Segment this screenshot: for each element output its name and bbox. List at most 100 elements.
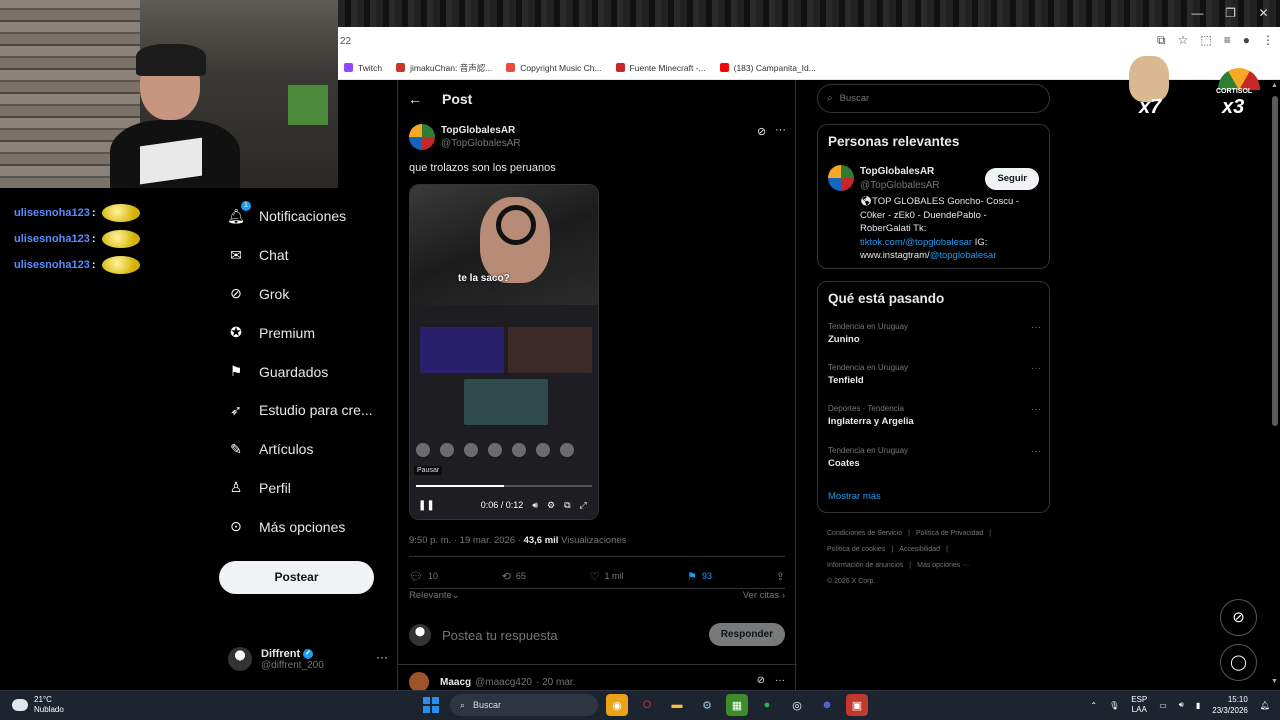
close-window-button[interactable]: ✕: [1247, 0, 1280, 27]
volume-icon[interactable]: 🔊︎: [532, 500, 538, 511]
scroll-thumb[interactable]: [1272, 96, 1278, 426]
footer-link[interactable]: Política de Privacidad: [916, 530, 983, 537]
windows-start-icon[interactable]: [420, 694, 442, 716]
nav-item-premium[interactable]: ✪ Premium: [218, 313, 396, 352]
nav-item-notifications[interactable]: 🔔︎ 1 Notificaciones: [218, 197, 396, 236]
more-icon[interactable]: ···: [775, 124, 786, 136]
battery-icon[interactable]: ▮: [1196, 701, 1200, 710]
sort-dropdown[interactable]: Relevante⌄: [409, 590, 460, 601]
trend-item[interactable]: Deportes · Tendencia Inglaterra y Argelia…: [828, 404, 1041, 427]
more-icon[interactable]: ···: [775, 675, 785, 686]
address-bar[interactable]: 22 ⧉ ☆ ⬚ ≡ ● ⋮: [338, 27, 1280, 56]
maximize-button[interactable]: ❐: [1214, 0, 1247, 27]
repost-button[interactable]: ⟲ 65: [502, 570, 526, 583]
more-icon[interactable]: ···: [1031, 446, 1041, 457]
footer-link[interactable]: Más opciones ···: [917, 562, 969, 569]
nav-item-profile[interactable]: ♙ Perfil: [218, 469, 396, 508]
clock[interactable]: 15:10 23/3/2026: [1212, 694, 1248, 716]
settings-icon[interactable]: ⚙: [547, 500, 555, 511]
post-button[interactable]: Postear: [219, 561, 374, 594]
network-icon[interactable]: ▭: [1159, 701, 1167, 710]
nav-item-bookmarks[interactable]: ⚑ Guardados: [218, 352, 396, 391]
bookmark-campanita[interactable]: (183) Campanita_Id...: [719, 63, 816, 73]
pause-icon[interactable]: ❚❚: [418, 500, 435, 511]
video-player[interactable]: te la saco? Pausar ❚❚ 0:06 / 0:12 🔊︎ ⚙ ⧉…: [409, 184, 599, 520]
taskbar-search[interactable]: ⌕ Buscar: [450, 694, 598, 716]
avatar[interactable]: [828, 165, 854, 191]
follow-button[interactable]: Seguir: [985, 168, 1039, 190]
instagram-link[interactable]: @topglobalesar: [930, 250, 997, 261]
more-icon[interactable]: ···: [1031, 322, 1041, 333]
fullscreen-icon[interactable]: ⤢: [580, 500, 587, 511]
show-more-link[interactable]: Mostrar más: [828, 491, 881, 502]
back-arrow-icon[interactable]: ←: [408, 91, 422, 107]
profile-icon[interactable]: ●: [1243, 33, 1250, 48]
spotify-icon[interactable]: ●: [756, 694, 778, 716]
reply-input[interactable]: [442, 627, 692, 643]
minimize-button[interactable]: —: [1181, 0, 1214, 27]
obs-icon[interactable]: ◎: [786, 694, 808, 716]
more-icon[interactable]: ···: [376, 650, 388, 664]
footer-link[interactable]: Política de cookies: [827, 546, 885, 553]
reply-button[interactable]: 💬︎ 10: [409, 570, 438, 583]
grok-icon[interactable]: ⊘: [757, 125, 766, 138]
volume-icon[interactable]: 🔊︎: [1179, 700, 1184, 710]
chevron-up-icon[interactable]: ⌃: [1090, 701, 1097, 710]
nav-item-articles[interactable]: ✎ Artículos: [218, 430, 396, 469]
trend-item[interactable]: Tendencia en Uruguay Zunino ···: [828, 322, 1041, 345]
bookmark-jimakuchan[interactable]: jimakuChan: 音声認...: [396, 62, 492, 74]
weather-widget[interactable]: 21°C Nublado: [12, 695, 64, 715]
relevant-name[interactable]: TopGlobalesAR: [860, 166, 934, 177]
scroll-up-icon[interactable]: ▲: [1271, 82, 1278, 89]
file-explorer-icon[interactable]: ▬: [666, 694, 688, 716]
chrome-icon[interactable]: ◉: [606, 694, 628, 716]
video-progress-bar[interactable]: [416, 485, 592, 487]
reply-tweet[interactable]: Maacg @maacg420 · 20 mar. ⊘ ···: [409, 672, 785, 692]
tweet-author-name[interactable]: TopGlobalesAR: [441, 125, 515, 136]
bookmark-copyright-music[interactable]: Copyright Music Ch...: [506, 63, 602, 73]
bookmark-fuente-minecraft[interactable]: Fuente Minecraft -...: [615, 63, 706, 73]
more-icon[interactable]: ···: [1031, 363, 1041, 374]
reply-submit-button[interactable]: Responder: [708, 623, 785, 646]
steam-icon[interactable]: ⚙: [696, 694, 718, 716]
search-input[interactable]: ⌕ Buscar: [817, 84, 1050, 113]
messages-fab[interactable]: ◯: [1220, 644, 1257, 681]
nav-item-creator-studio[interactable]: ➶ Estudio para cre...: [218, 391, 396, 430]
scroll-down-icon[interactable]: ▼: [1271, 678, 1278, 685]
nav-item-more-options[interactable]: ⊙ Más opciones: [218, 507, 396, 546]
nav-item-chat[interactable]: ✉ Chat: [218, 236, 396, 275]
extensions-icon[interactable]: ⬚: [1200, 33, 1211, 48]
opera-icon[interactable]: O: [636, 694, 658, 716]
trend-item[interactable]: Tendencia en Uruguay Tenfield ···: [828, 363, 1041, 386]
footer-link[interactable]: Accesibilidad: [899, 546, 940, 553]
menu-icon[interactable]: ⋮: [1262, 33, 1274, 48]
cast-icon[interactable]: ⧉: [1157, 33, 1166, 48]
page-scrollbar[interactable]: ▲ ▼: [1270, 80, 1280, 690]
notifications-bell-icon[interactable]: 🔔︎: [1260, 701, 1270, 710]
trend-item[interactable]: Tendencia en Uruguay Coates ···: [828, 446, 1041, 469]
nav-item-grok[interactable]: ⊘ Grok: [218, 275, 396, 314]
view-quotes-link[interactable]: Ver citas ›: [743, 590, 785, 601]
grok-icon[interactable]: ⊘: [757, 675, 765, 686]
discord-icon[interactable]: ☻: [816, 694, 838, 716]
minecraft-icon[interactable]: ▦: [726, 694, 748, 716]
bookmark-star-icon[interactable]: ☆: [1178, 33, 1189, 48]
account-switcher[interactable]: Diffrent ✓ @diffrent_200 ···: [228, 642, 388, 676]
tweet-avatar[interactable]: [409, 124, 435, 150]
more-icon[interactable]: ···: [1031, 404, 1041, 415]
grok-fab[interactable]: ⊘: [1220, 599, 1257, 636]
tiktok-link[interactable]: tiktok.com/@topglobalesar: [860, 237, 972, 248]
tweet-author-handle[interactable]: @TopGlobalesAR: [441, 138, 521, 149]
footer-link[interactable]: Información de anuncios: [827, 562, 903, 569]
tab-search-icon[interactable]: ≡: [1224, 33, 1231, 48]
share-button[interactable]: ⇪: [776, 570, 785, 583]
bookmark-twitch[interactable]: Twitch: [344, 63, 382, 73]
like-button[interactable]: ♡ 1 mil: [590, 570, 624, 583]
pip-icon[interactable]: ⧉: [564, 500, 570, 511]
footer-link[interactable]: Condiciones de Servicio: [827, 530, 902, 537]
language-indicator[interactable]: ESP LAA: [1131, 695, 1147, 715]
microphone-icon[interactable]: 🎙︎: [1109, 701, 1119, 710]
bookmark-button[interactable]: ⚑ 93: [687, 570, 712, 583]
app-icon[interactable]: ▣: [846, 694, 868, 716]
relevant-handle[interactable]: @TopGlobalesAR: [860, 180, 940, 191]
